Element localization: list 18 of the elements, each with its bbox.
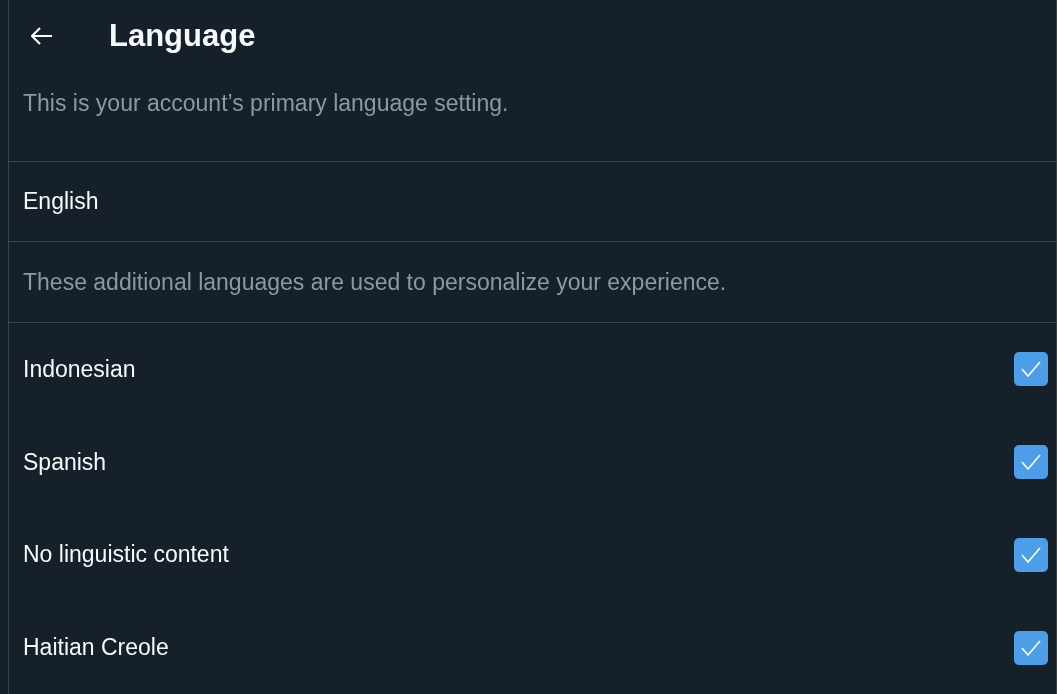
language-label: No linguistic content [23, 541, 229, 569]
page-title: Language [109, 17, 256, 54]
language-label: Spanish [23, 448, 107, 476]
language-checkbox[interactable] [1014, 630, 1048, 665]
language-checkbox[interactable] [1014, 537, 1048, 572]
language-label: Indonesian [23, 355, 136, 383]
primary-language-description: This is your account’s primary language setting. [9, 89, 1056, 162]
checkmark-icon [1020, 545, 1042, 564]
back-button[interactable] [31, 26, 53, 45]
checkmark-icon [1020, 453, 1042, 472]
language-label: Haitian Creole [23, 634, 169, 662]
primary-language-value[interactable]: English [9, 161, 1056, 243]
checkmark-icon [1020, 638, 1042, 657]
language-checkbox[interactable] [1014, 445, 1048, 480]
checkmark-icon [1020, 360, 1042, 379]
back-arrow-icon [31, 26, 53, 45]
additional-languages-description: These additional languages are used to personalize your experience. [9, 242, 1056, 324]
language-checkbox[interactable] [1014, 352, 1048, 387]
